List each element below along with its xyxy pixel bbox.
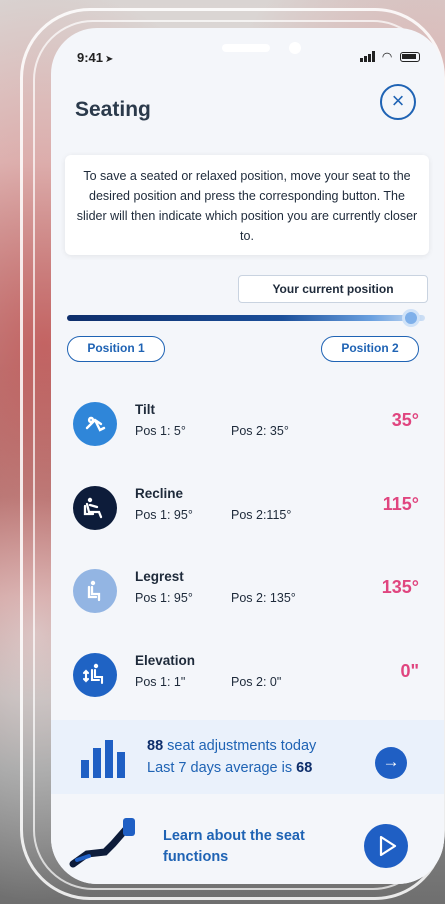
row-value: 0" <box>400 661 419 681</box>
row-pos1: Pos 1: 5° <box>135 424 186 438</box>
bar-chart-icon <box>81 740 125 778</box>
elevation-icon <box>73 653 117 697</box>
status-time: 9:41 ➤ <box>77 50 114 65</box>
list-item-recline[interactable]: Recline Pos 1: 95° Pos 2:115° 115° <box>51 486 444 556</box>
position-2-button[interactable]: Position 2 <box>321 336 419 362</box>
stats-today: 88 seat adjustments today <box>147 738 316 754</box>
status-icons: ◠ <box>360 48 420 64</box>
position-slider-track[interactable] <box>67 315 425 321</box>
stats-average: Last 7 days average is 68 <box>147 760 312 776</box>
stats-today-text: seat adjustments today <box>163 738 317 754</box>
stats-arrow-button[interactable]: → <box>375 747 407 779</box>
app-screen: 9:41 ➤ ◠ Seating × To save a seated or re… <box>51 28 444 884</box>
status-bar: 9:41 ➤ ◠ <box>51 28 444 76</box>
row-pos2: Pos 2:115° <box>231 508 292 522</box>
list-item-legrest[interactable]: Legrest Pos 1: 95° Pos 2: 135° 135° <box>51 569 444 639</box>
info-text: To save a seated or relaxed position, mo… <box>76 169 418 243</box>
play-icon <box>379 835 397 857</box>
page-title: Seating <box>75 98 151 121</box>
camera-pill <box>222 44 270 52</box>
learn-text: Learn about the seat functions <box>163 828 305 865</box>
row-pos2: Pos 2: 0" <box>231 675 282 689</box>
row-value: 35° <box>391 410 419 430</box>
row-name: Recline <box>135 486 184 501</box>
row-pos2: Pos 2: 35° <box>231 424 289 438</box>
row-name: Tilt <box>135 402 155 417</box>
wifi-icon: ◠ <box>381 49 395 64</box>
stats-banner[interactable]: 88 seat adjustments today Last 7 days av… <box>51 720 444 794</box>
row-value: 135° <box>381 577 419 597</box>
row-pos1: Pos 1: 1" <box>135 675 186 689</box>
row-value: 115° <box>382 494 419 514</box>
tilt-icon <box>73 402 117 446</box>
row-pos1: Pos 1: 95° <box>135 508 193 522</box>
stats-average-text: Last 7 days average is <box>147 760 297 776</box>
current-position-label: Your current position <box>238 275 428 303</box>
row-pos2: Pos 2: 135° <box>231 591 296 605</box>
arrow-right-icon: → <box>382 752 400 771</box>
position-slider-thumb[interactable] <box>401 309 420 327</box>
row-pos1: Pos 1: 95° <box>135 591 193 605</box>
legrest-icon <box>73 569 117 613</box>
row-name: Elevation <box>135 653 196 668</box>
list-item-tilt[interactable]: Tilt Pos 1: 5° Pos 2: 35° 35° <box>51 402 444 472</box>
position-1-button[interactable]: Position 1 <box>67 336 165 362</box>
close-button[interactable]: × <box>380 84 416 120</box>
recline-icon <box>73 486 117 530</box>
info-card: To save a seated or relaxed position, mo… <box>65 155 429 255</box>
learn-banner[interactable]: Learn about the seat functions <box>51 804 444 884</box>
location-arrow-icon: ➤ <box>105 54 114 65</box>
seat-illustration-icon <box>69 818 135 868</box>
list-item-elevation[interactable]: Elevation Pos 1: 1" Pos 2: 0" 0" <box>51 653 444 723</box>
battery-icon <box>400 51 420 62</box>
camera-dot <box>289 42 301 54</box>
stats-count: 88 <box>147 738 164 754</box>
close-icon: × <box>391 88 405 113</box>
play-button[interactable] <box>364 824 408 868</box>
stats-average-value: 68 <box>296 760 313 776</box>
signal-icon <box>360 51 376 63</box>
row-name: Legrest <box>135 569 184 584</box>
